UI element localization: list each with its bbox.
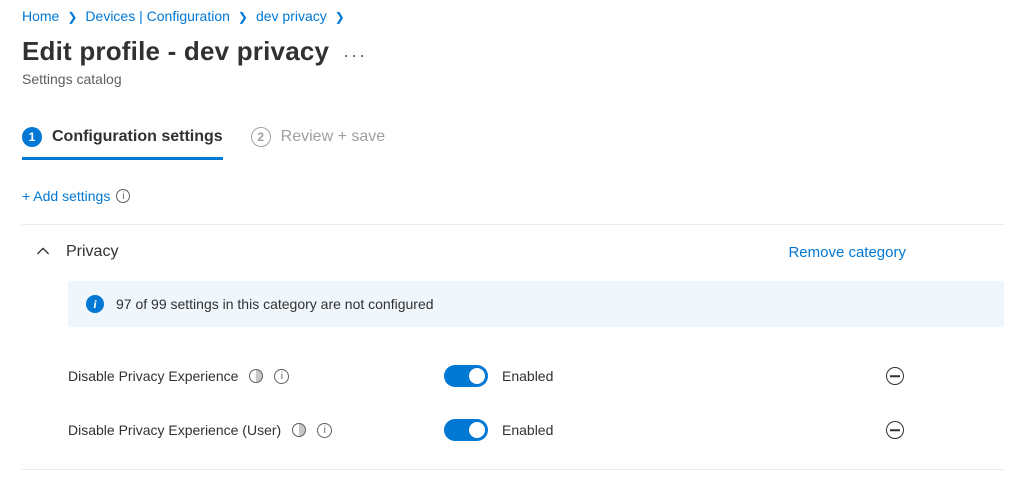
- remove-setting-button[interactable]: [886, 421, 904, 439]
- category-panel: Privacy Remove category i 97 of 99 setti…: [22, 224, 1004, 470]
- divider: [22, 469, 1004, 470]
- category-toggle[interactable]: Privacy: [36, 243, 118, 261]
- toggle-switch[interactable]: [444, 365, 488, 387]
- setting-label: Disable Privacy Experience (User): [68, 422, 281, 438]
- tab-review-save[interactable]: 2 Review + save: [251, 127, 386, 160]
- scope-icon[interactable]: [248, 368, 264, 384]
- setting-row: Disable Privacy Experience i Enabled: [68, 349, 1004, 403]
- breadcrumb-link-dev-privacy[interactable]: dev privacy: [256, 8, 327, 24]
- toggle-state-label: Enabled: [502, 422, 553, 438]
- info-solid-icon: i: [86, 295, 104, 313]
- chevron-right-icon: ❯: [335, 10, 345, 24]
- breadcrumb-link-devices[interactable]: Devices | Configuration: [85, 8, 229, 24]
- setting-row: Disable Privacy Experience (User) i Enab…: [68, 403, 1004, 457]
- breadcrumb-link-home[interactable]: Home: [22, 8, 59, 24]
- toggle-switch[interactable]: [444, 419, 488, 441]
- info-icon[interactable]: i: [317, 423, 332, 438]
- step-tabs: 1 Configuration settings 2 Review + save: [22, 127, 1004, 160]
- page-subtitle: Settings catalog: [22, 71, 1004, 87]
- chevron-up-icon: [36, 244, 50, 261]
- toggle-state-label: Enabled: [502, 368, 553, 384]
- tab-label: Configuration settings: [52, 128, 223, 146]
- tab-label: Review + save: [281, 128, 386, 146]
- add-settings-link[interactable]: + Add settings: [22, 188, 110, 204]
- info-banner-text: 97 of 99 settings in this category are n…: [116, 296, 434, 312]
- setting-label: Disable Privacy Experience: [68, 368, 238, 384]
- more-actions-button[interactable]: ···: [343, 45, 367, 66]
- tab-configuration-settings[interactable]: 1 Configuration settings: [22, 127, 223, 160]
- category-title: Privacy: [66, 243, 118, 261]
- chevron-right-icon: ❯: [238, 10, 248, 24]
- chevron-right-icon: ❯: [67, 10, 77, 24]
- remove-setting-button[interactable]: [886, 367, 904, 385]
- info-banner: i 97 of 99 settings in this category are…: [68, 281, 1004, 327]
- breadcrumb: Home ❯ Devices | Configuration ❯ dev pri…: [22, 8, 1004, 24]
- info-icon[interactable]: i: [116, 189, 130, 203]
- page-title: Edit profile - dev privacy: [22, 36, 329, 67]
- tab-step-number: 1: [22, 127, 42, 147]
- remove-category-link[interactable]: Remove category: [788, 244, 906, 261]
- scope-icon[interactable]: [291, 422, 307, 438]
- tab-step-number: 2: [251, 127, 271, 147]
- info-icon[interactable]: i: [274, 369, 289, 384]
